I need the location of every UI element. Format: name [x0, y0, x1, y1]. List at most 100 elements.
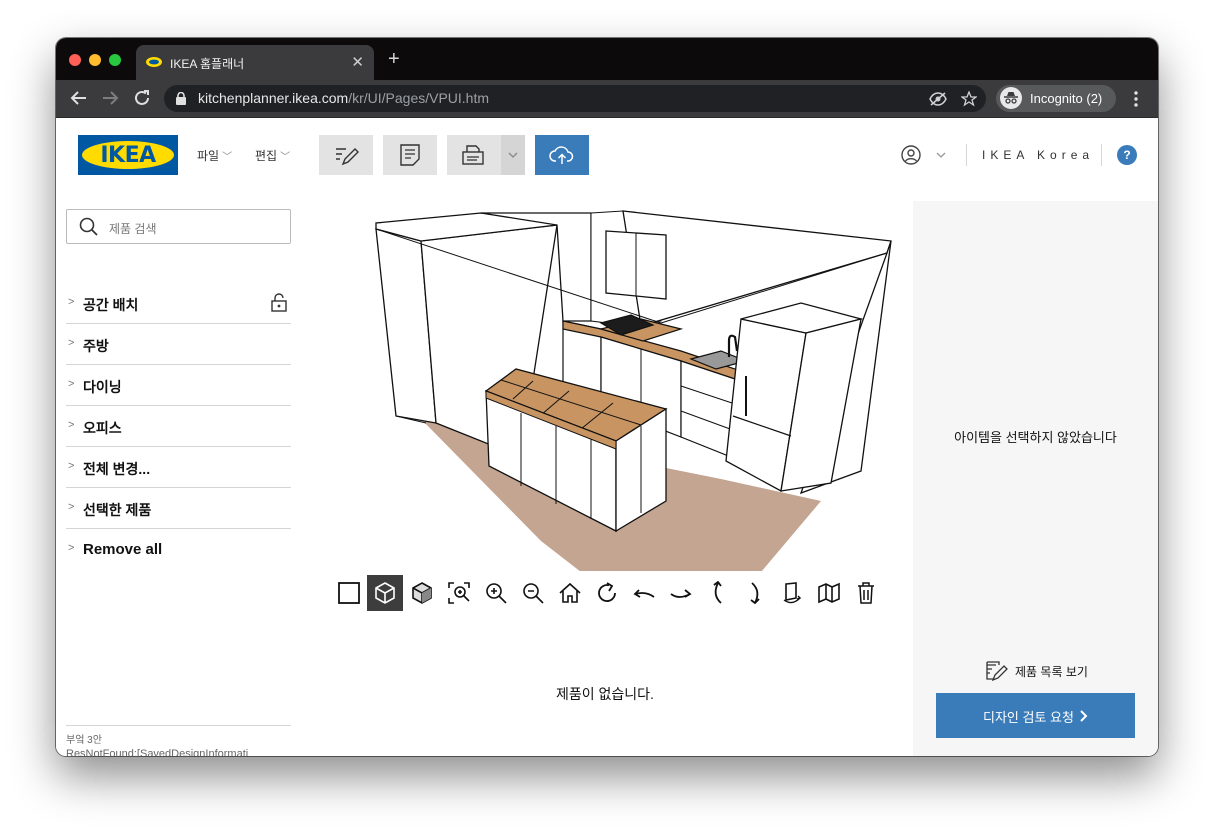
pencil-note-icon [986, 661, 1008, 682]
edit-design-button[interactable] [319, 135, 373, 175]
delete-icon [858, 582, 874, 604]
reload-icon[interactable] [133, 89, 151, 107]
zoom-out-button[interactable] [515, 575, 551, 611]
kitchen-3d-render[interactable] [301, 201, 913, 572]
3d-view-button[interactable] [367, 575, 403, 611]
incognito-icon [1000, 87, 1022, 109]
walls-button[interactable] [774, 575, 810, 611]
chevron-right-icon: > [68, 337, 75, 349]
zoom-fit-button[interactable] [441, 575, 477, 611]
3d-solid-button[interactable] [404, 575, 440, 611]
category-label: 전체 변경... [83, 461, 151, 477]
product-list-label: 제품 목록 보기 [1015, 665, 1088, 679]
chevron-right-icon [1080, 710, 1088, 722]
edit-menu[interactable]: 편집 ﹀ [255, 147, 290, 164]
star-icon[interactable] [961, 91, 977, 107]
design-name: 부엌 3안 [66, 735, 102, 746]
review-button-label: 디자인 검토 요청 [983, 710, 1074, 725]
lock-icon [176, 92, 186, 105]
logo-text: IKEA [100, 143, 156, 168]
forward-icon[interactable] [101, 89, 119, 107]
pencil-note-icon [336, 148, 359, 166]
incognito-indicator[interactable]: Incognito (2) [996, 85, 1116, 112]
back-icon[interactable] [70, 89, 88, 107]
category-room-layout[interactable]: > 공간 배치 [66, 283, 291, 324]
category-label: 공간 배치 [83, 297, 139, 313]
unlock-icon[interactable] [271, 293, 287, 312]
category-selected-products[interactable]: > 선택한 제품 [66, 488, 291, 529]
category-change-all[interactable]: > 전체 변경... [66, 447, 291, 488]
browser-toolbar: kitchenplanner.ikea.com/kr/UI/Pages/VPUI… [56, 80, 1158, 118]
zoom-in-button[interactable] [478, 575, 514, 611]
turn-right-button[interactable] [663, 575, 699, 611]
tab-close-icon[interactable]: ✕ [351, 53, 364, 71]
chevron-right-icon: > [68, 501, 75, 513]
eye-off-icon[interactable] [929, 91, 947, 107]
tilt-down-button[interactable] [737, 575, 773, 611]
file-menu-label: 파일 [197, 149, 220, 163]
close-window-button[interactable] [69, 54, 81, 66]
home-view-button[interactable] [552, 575, 588, 611]
zoom-out-icon [523, 583, 544, 604]
zoom-fit-icon [448, 582, 470, 604]
view-toolbar [301, 572, 913, 616]
category-kitchen[interactable]: > 주방 [66, 324, 291, 365]
cloud-upload-icon [549, 146, 574, 164]
category-remove-all[interactable]: > Remove all [66, 529, 291, 569]
notes-button[interactable] [383, 135, 437, 175]
2d-view-button[interactable] [331, 575, 367, 611]
address-bar[interactable]: kitchenplanner.ikea.com/kr/UI/Pages/VPUI… [164, 85, 986, 112]
save-cloud-button[interactable] [535, 135, 589, 175]
user-icon[interactable] [901, 145, 921, 165]
document-icon [400, 144, 420, 166]
search-icon [79, 217, 98, 236]
minimize-window-button[interactable] [89, 54, 101, 66]
browser-menu-icon[interactable] [1133, 90, 1139, 108]
properties-panel: 아이템을 선택하지 않았습니다 제품 목록 보기 디자인 검토 요청 [913, 201, 1158, 756]
tilt-down-icon [750, 582, 760, 605]
2d-view-icon [338, 582, 360, 604]
chevron-down-icon[interactable] [936, 152, 946, 158]
turn-left-button[interactable] [626, 575, 662, 611]
chevron-down-icon [508, 152, 518, 158]
room-view-icon [818, 582, 840, 604]
rotate-icon [598, 582, 616, 602]
chevron-right-icon: > [68, 296, 75, 308]
category-label: 오피스 [83, 420, 122, 436]
category-office[interactable]: > 오피스 [66, 406, 291, 447]
app-header: IKEA 파일 ﹀ 편집 ﹀ IKEA Korea ? [56, 118, 1158, 201]
category-label: 다이닝 [83, 379, 122, 395]
edit-menu-label: 편집 [255, 149, 278, 163]
category-label: 주방 [83, 338, 109, 354]
chevron-right-icon: > [68, 378, 75, 390]
file-menu[interactable]: 파일 ﹀ [197, 147, 232, 164]
print-dropdown-button[interactable] [501, 135, 525, 175]
print-button[interactable] [447, 135, 501, 175]
rotate-button[interactable] [589, 575, 625, 611]
request-design-review-button[interactable]: 디자인 검토 요청 [936, 693, 1135, 738]
turn-left-icon [633, 589, 655, 598]
turn-right-icon [670, 589, 692, 598]
url-text: kitchenplanner.ikea.com/kr/UI/Pages/VPUI… [198, 90, 489, 106]
room-view-button[interactable] [811, 575, 847, 611]
new-tab-button[interactable]: + [388, 49, 400, 69]
ikea-logo[interactable]: IKEA [78, 135, 178, 175]
url-host: kitchenplanner.ikea.com [198, 90, 349, 106]
3d-viewport[interactable] [301, 201, 913, 572]
walls-icon [783, 582, 802, 604]
sidebar: 제품 검색 > 공간 배치 > 주방 > 다이닝 > 오피스 > 전체 변경..… [56, 201, 301, 756]
divider [966, 144, 967, 166]
search-input[interactable]: 제품 검색 [66, 209, 291, 244]
maximize-window-button[interactable] [109, 54, 121, 66]
help-button[interactable]: ? [1117, 145, 1137, 165]
divider [66, 725, 291, 726]
chevron-right-icon: > [68, 419, 75, 431]
print-icon [462, 145, 484, 165]
category-dining[interactable]: > 다이닝 [66, 365, 291, 406]
3d-solid-icon [412, 582, 432, 604]
tilt-up-icon [713, 581, 722, 604]
delete-button[interactable] [848, 575, 884, 611]
store-name[interactable]: IKEA Korea [982, 148, 1094, 162]
browser-tab[interactable]: IKEA 홈플래너 ✕ [136, 45, 374, 80]
tilt-up-button[interactable] [700, 575, 736, 611]
